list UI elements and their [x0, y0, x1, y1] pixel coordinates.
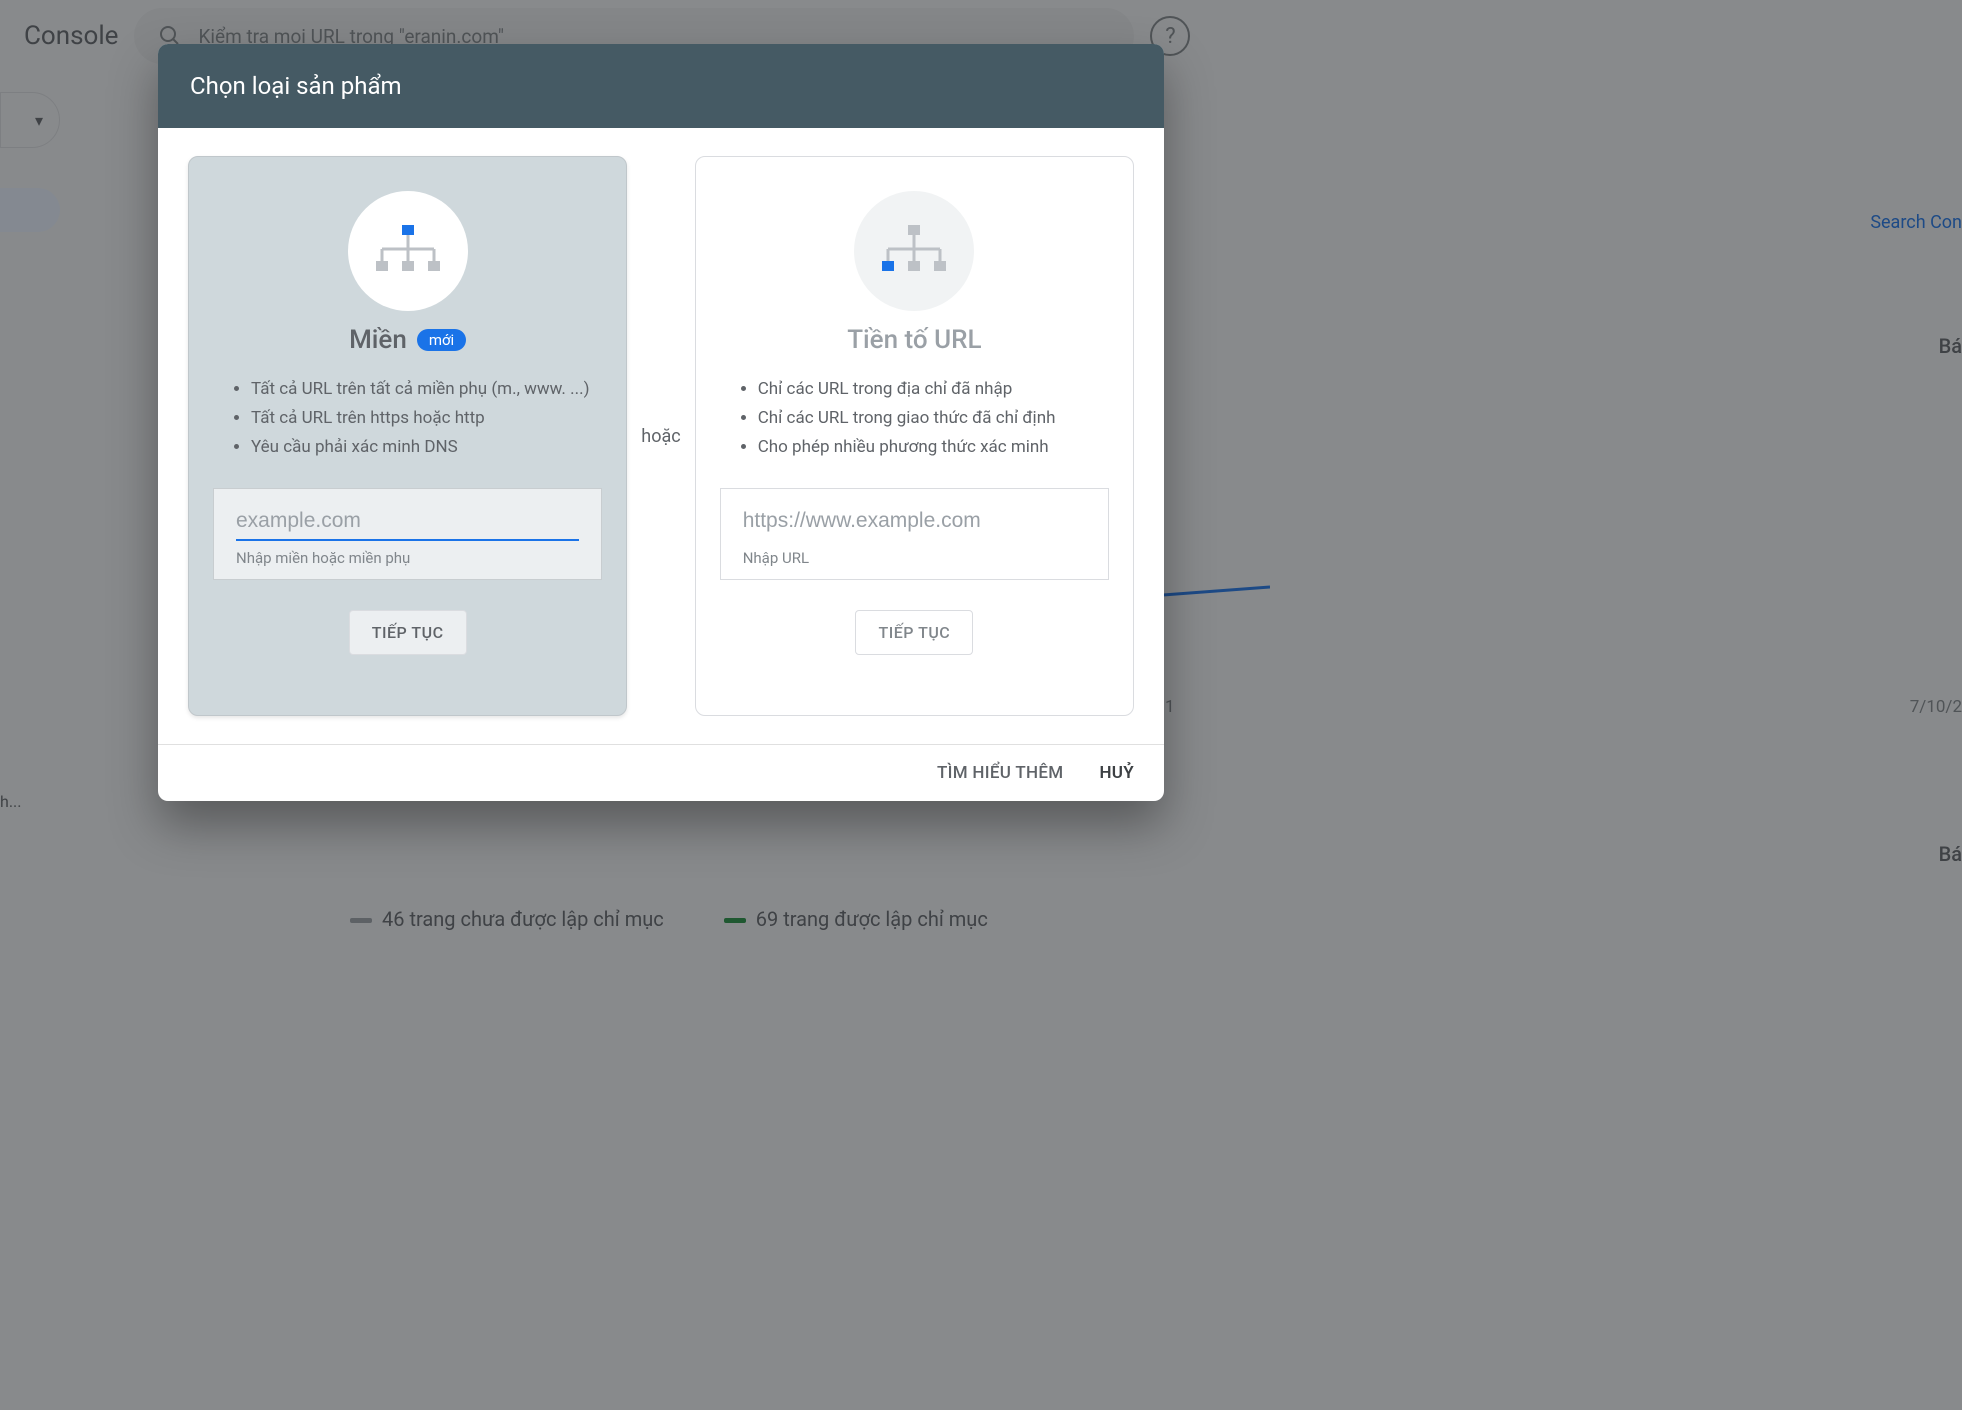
url-bullet-2: Chỉ các URL trong giao thức đã chỉ định: [758, 404, 1109, 433]
domain-input[interactable]: [236, 507, 579, 541]
domain-input-wrap: Nhập miền hoặc miền phụ: [213, 488, 602, 580]
url-card-title: Tiền tố URL: [847, 325, 981, 355]
cancel-button[interactable]: HUỶ: [1099, 763, 1134, 783]
domain-continue-button[interactable]: TIẾP TỤC: [349, 610, 467, 655]
domain-card-title: Miền: [349, 325, 407, 355]
domain-input-hint: Nhập miền hoặc miền phụ: [236, 549, 579, 567]
domain-icon: [348, 191, 468, 311]
domain-card-bullets: Tất cả URL trên tất cả miền phụ (m., www…: [213, 375, 602, 462]
domain-bullet-2: Tất cả URL trên https hoặc http: [251, 404, 602, 433]
url-input[interactable]: [743, 507, 1086, 541]
url-bullet-1: Chỉ các URL trong địa chỉ đã nhập: [758, 375, 1109, 404]
learn-more-button[interactable]: TÌM HIỂU THÊM: [937, 763, 1064, 783]
domain-bullet-3: Yêu cầu phải xác minh DNS: [251, 433, 602, 462]
url-bullet-3: Cho phép nhiều phương thức xác minh: [758, 433, 1109, 462]
property-type-modal: Chọn loại sản phẩm Miền mới: [158, 44, 1164, 801]
domain-bullet-1: Tất cả URL trên tất cả miền phụ (m., www…: [251, 375, 602, 404]
url-input-wrap: Nhập URL: [720, 488, 1109, 580]
url-prefix-icon: [854, 191, 974, 311]
or-separator: hoặc: [641, 426, 680, 447]
url-continue-button[interactable]: TIẾP TỤC: [855, 610, 973, 655]
modal-title: Chọn loại sản phẩm: [158, 44, 1164, 128]
modal-footer: TÌM HIỂU THÊM HUỶ: [158, 744, 1164, 801]
modal-body: Miền mới Tất cả URL trên tất cả miền phụ…: [158, 128, 1164, 744]
url-card-bullets: Chỉ các URL trong địa chỉ đã nhập Chỉ cá…: [720, 375, 1109, 462]
new-badge: mới: [417, 329, 466, 351]
domain-property-card[interactable]: Miền mới Tất cả URL trên tất cả miền phụ…: [188, 156, 627, 716]
url-input-hint: Nhập URL: [743, 549, 1086, 567]
url-prefix-property-card[interactable]: Tiền tố URL Chỉ các URL trong địa chỉ đã…: [695, 156, 1134, 716]
